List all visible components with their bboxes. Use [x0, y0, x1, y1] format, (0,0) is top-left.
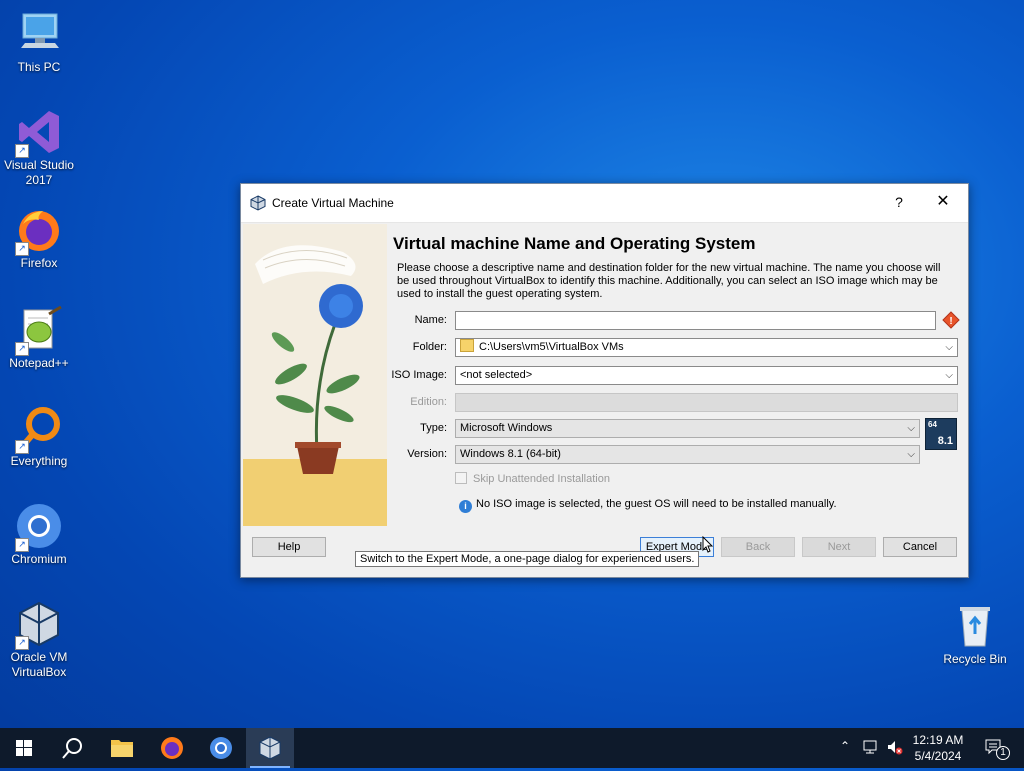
- desktop-icon-this-pc[interactable]: This PC: [0, 10, 78, 75]
- shortcut-arrow-icon: ↗: [15, 144, 29, 158]
- wizard-illustration: [243, 224, 387, 526]
- type-value: Microsoft Windows: [460, 422, 553, 434]
- skip-unattended-checkbox[interactable]: Skip Unattended Installation: [455, 472, 610, 485]
- dialog-titlebar[interactable]: Create Virtual Machine ? ✕: [241, 184, 968, 223]
- desktop-icon-label: Oracle VM VirtualBox: [10, 650, 68, 679]
- network-icon[interactable]: [862, 738, 880, 759]
- skip-unattended-label: Skip Unattended Installation: [473, 473, 610, 485]
- info-icon: i: [459, 500, 472, 513]
- create-vm-dialog: Create Virtual Machine ? ✕ Virtual machi…: [240, 183, 969, 578]
- chevron-up-icon[interactable]: ⌃: [840, 739, 850, 753]
- taskbar-firefox[interactable]: [148, 728, 196, 768]
- recycle-bin-icon: [951, 602, 999, 650]
- shortcut-arrow-icon: ↗: [15, 538, 29, 552]
- virtualbox-icon: [259, 736, 281, 760]
- visual-studio-icon: ↗: [15, 108, 63, 158]
- version-value: Windows 8.1 (64-bit): [460, 448, 561, 460]
- type-select[interactable]: Microsoft Windows ⌵: [455, 419, 920, 438]
- chevron-down-icon[interactable]: ⌵: [945, 367, 953, 384]
- desktop-icon-chromium[interactable]: ↗ Chromium: [0, 502, 78, 567]
- start-button[interactable]: [0, 728, 48, 768]
- folder-icon: [111, 740, 133, 757]
- shortcut-arrow-icon: ↗: [15, 440, 29, 454]
- chevron-down-icon[interactable]: ⌵: [945, 339, 953, 356]
- desktop-icon-virtualbox[interactable]: ↗ Oracle VM VirtualBox: [0, 600, 78, 680]
- desktop-icon-label: Notepad++: [9, 356, 69, 370]
- info-message: i No ISO image is selected, the guest OS …: [459, 498, 837, 513]
- windows-logo-icon: [16, 740, 32, 756]
- type-label: Type:: [420, 422, 447, 434]
- computer-icon: [15, 10, 63, 58]
- help-button[interactable]: Help: [252, 537, 326, 557]
- desktop-icon-label: Chromium: [11, 552, 67, 566]
- virtualbox-icon: ↗: [15, 600, 63, 650]
- folder-value: C:\Users\vm5\VirtualBox VMs: [479, 341, 624, 353]
- iso-image-combobox[interactable]: <not selected> ⌵: [455, 366, 958, 385]
- folder-icon: [460, 339, 474, 352]
- virtualbox-icon: [250, 195, 266, 211]
- taskbar-file-explorer[interactable]: [98, 728, 146, 768]
- chromium-icon: [210, 737, 232, 759]
- taskbar-search-button[interactable]: [48, 728, 96, 768]
- desktop-icon-firefox[interactable]: ↗ Firefox: [0, 206, 78, 271]
- shortcut-arrow-icon: ↗: [15, 342, 29, 356]
- chevron-down-icon[interactable]: ⌵: [907, 446, 915, 463]
- desktop-icon-label: Visual Studio 2017: [4, 158, 74, 187]
- version-select[interactable]: Windows 8.1 (64-bit) ⌵: [455, 445, 920, 464]
- os-type-badge-icon: 64 8.1: [925, 418, 957, 450]
- next-button: Next: [802, 537, 876, 557]
- close-icon[interactable]: ✕: [933, 192, 953, 212]
- error-warning-icon: !: [942, 311, 960, 332]
- desktop-icon-label: This PC: [17, 60, 61, 74]
- back-button: Back: [721, 537, 795, 557]
- checkbox-box[interactable]: [455, 472, 467, 484]
- version-label: Version:: [407, 448, 447, 460]
- iso-image-label: ISO Image:: [391, 369, 447, 381]
- desktop-icon-label: Recycle Bin: [943, 652, 1007, 666]
- dialog-title: Create Virtual Machine: [272, 196, 394, 210]
- folder-combobox[interactable]: C:\Users\vm5\VirtualBox VMs ⌵: [455, 338, 958, 357]
- desktop-icon-label: Firefox: [20, 256, 58, 270]
- shortcut-arrow-icon: ↗: [15, 636, 29, 650]
- notification-count-badge: 1: [996, 746, 1010, 760]
- help-icon[interactable]: ?: [889, 192, 909, 212]
- taskbar-chromium[interactable]: [197, 728, 245, 768]
- firefox-icon: [161, 737, 183, 759]
- shortcut-arrow-icon: ↗: [15, 242, 29, 256]
- wizard-page: Virtual machine Name and Operating Syste…: [387, 224, 965, 526]
- edition-combobox: [455, 393, 958, 412]
- name-input[interactable]: [455, 311, 936, 330]
- cancel-button[interactable]: Cancel: [883, 537, 957, 557]
- page-description: Please choose a descriptive name and des…: [397, 262, 941, 300]
- firefox-icon: ↗: [15, 206, 63, 256]
- os-badge-bits: 64: [928, 420, 937, 429]
- svg-text:!: !: [949, 316, 952, 327]
- desktop-icon-recycle-bin[interactable]: Recycle Bin: [936, 602, 1014, 667]
- search-icon: [62, 738, 82, 759]
- search-magnifier-icon: ↗: [15, 404, 63, 454]
- taskbar-virtualbox[interactable]: [246, 728, 294, 768]
- folder-label: Folder:: [412, 341, 447, 353]
- name-label: Name:: [414, 314, 447, 326]
- page-heading: Virtual machine Name and Operating Syste…: [393, 234, 756, 253]
- mouse-cursor-icon: [702, 535, 714, 557]
- desktop-icon-label: Everything: [10, 454, 68, 468]
- desktop-icon-visual-studio[interactable]: ↗ Visual Studio 2017: [0, 108, 78, 188]
- chevron-down-icon[interactable]: ⌵: [907, 420, 915, 437]
- info-message-text: No ISO image is selected, the guest OS w…: [476, 498, 837, 510]
- edition-label: Edition:: [410, 396, 447, 408]
- iso-image-value: <not selected>: [460, 369, 533, 381]
- clock-time: 12:19 AM: [912, 733, 964, 747]
- expert-mode-tooltip: Switch to the Expert Mode, a one-page di…: [355, 551, 700, 567]
- desktop-icon-everything[interactable]: ↗ Everything: [0, 404, 78, 469]
- desktop-icon-notepad-plus-plus[interactable]: ↗ Notepad++: [0, 305, 78, 371]
- clock-date: 5/4/2024: [914, 749, 962, 763]
- taskbar-clock[interactable]: 12:19 AM 5/4/2024: [900, 732, 976, 764]
- notepad-plus-plus-icon: ↗: [15, 305, 63, 356]
- os-badge-version: 8.1: [937, 435, 953, 447]
- taskbar: ⌃ 12:19 AM 5/4/2024 1: [0, 728, 1024, 768]
- chromium-icon: ↗: [15, 502, 63, 552]
